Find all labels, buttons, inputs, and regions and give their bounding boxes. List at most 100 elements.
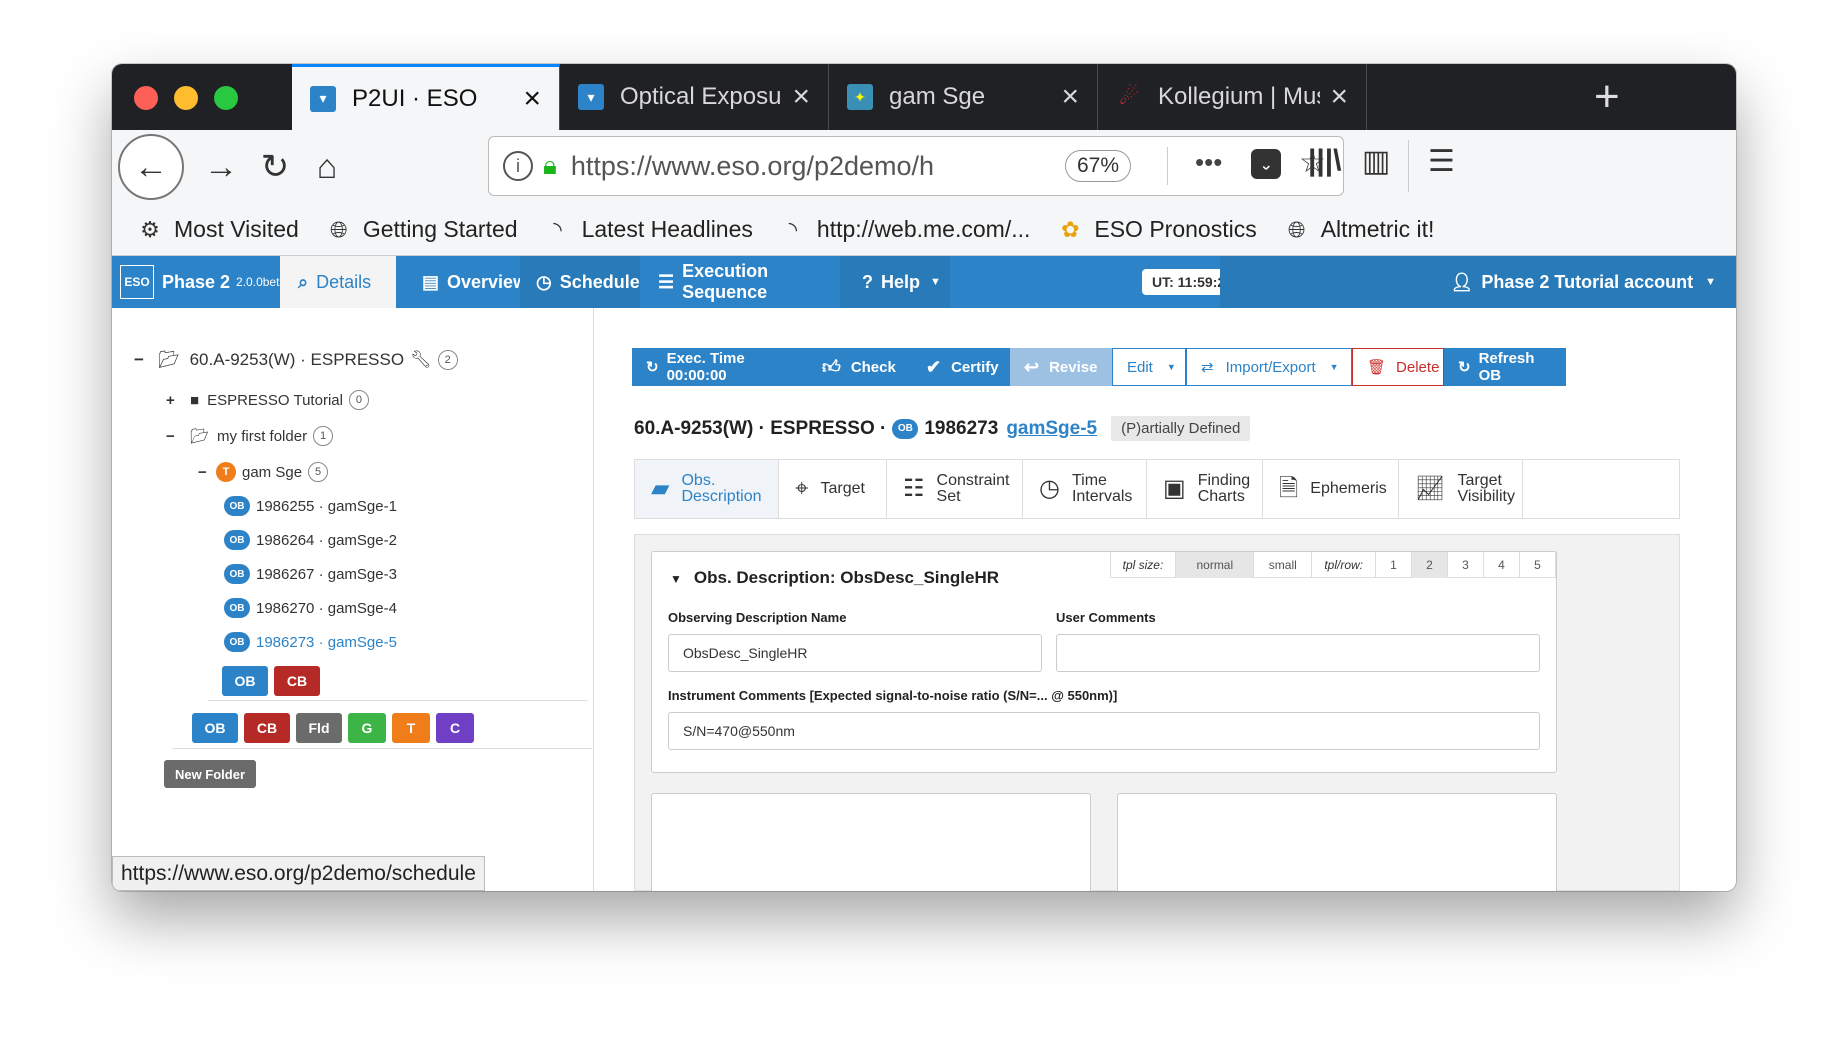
close-tab-icon[interactable]: ×: [1061, 82, 1079, 112]
sidebar-toggle-icon[interactable]: ▥: [1362, 144, 1390, 179]
search-icon: ⌕: [298, 271, 309, 292]
question-icon: ?: [862, 271, 873, 292]
zoom-level[interactable]: 67%: [1065, 150, 1131, 182]
zoom-window-button[interactable]: [214, 86, 238, 110]
tab-finding-charts[interactable]: ▣ Finding Charts: [1147, 460, 1263, 518]
close-tab-icon[interactable]: ×: [792, 82, 810, 112]
nav-schedule[interactable]: ◷ Schedule: [520, 256, 640, 308]
menu-icon[interactable]: ☰: [1428, 144, 1455, 179]
row-option-3[interactable]: 3: [1448, 552, 1484, 578]
nav-help[interactable]: ? Help ▼: [840, 256, 950, 308]
tree-ob[interactable]: OB 1986255 · gamSge-1: [224, 496, 397, 516]
add-concatenation-button[interactable]: C: [436, 713, 474, 743]
edit-dropdown[interactable]: Edit ▼: [1112, 348, 1186, 386]
tab-optical-exposure[interactable]: ▾ Optical Exposure T ×: [560, 64, 829, 130]
instrument-comments-input[interactable]: S/N=470@550nm: [668, 712, 1540, 750]
user-comments-input[interactable]: [1056, 634, 1540, 672]
collapse-icon[interactable]: −: [166, 428, 184, 445]
user-icon: 👤︎: [1450, 271, 1474, 292]
check-button[interactable]: 👍︎ Check: [808, 348, 912, 386]
add-ob-button[interactable]: OB: [222, 666, 268, 696]
row-option-1[interactable]: 1: [1376, 552, 1412, 578]
row-option-4[interactable]: 4: [1484, 552, 1520, 578]
tree-ob[interactable]: OB 1986264 · gamSge-2: [224, 530, 397, 550]
tab-obs-description[interactable]: ▰ Obs. Description: [635, 460, 779, 518]
tpl-size-label: tpl size:: [1111, 552, 1177, 578]
bookmark-latest-headlines[interactable]: ◝ Latest Headlines: [544, 216, 753, 244]
refresh-ob-button[interactable]: ↻ Refresh OB: [1444, 348, 1566, 386]
nav-details[interactable]: ⌕ Details: [280, 256, 396, 308]
count-badge: 2: [437, 350, 458, 370]
size-normal-option[interactable]: normal: [1176, 552, 1255, 578]
tree-folder[interactable]: + ■ ESPRESSO Tutorial 0: [166, 390, 369, 410]
row-option-2[interactable]: 2: [1412, 552, 1448, 578]
bookmark-eso-pronostics[interactable]: ✿ ESO Pronostics: [1056, 216, 1257, 244]
bookmark-web-me[interactable]: ◝ http://web.me.com/...: [779, 216, 1031, 244]
add-folder-button[interactable]: Fld: [296, 713, 342, 743]
size-small-option[interactable]: small: [1254, 552, 1313, 578]
add-cb-button[interactable]: CB: [244, 713, 290, 743]
account-menu[interactable]: 👤︎ Phase 2 Tutorial account ▼: [1220, 256, 1736, 308]
collapse-icon[interactable]: −: [134, 350, 152, 370]
crosshairs-icon: ⌖: [795, 475, 809, 502]
tab-title: gam Sge: [889, 83, 986, 110]
nav-overview[interactable]: ▤ Overview: [408, 256, 527, 308]
bookmark-getting-started[interactable]: 🌐︎ Getting Started: [325, 216, 518, 244]
tree-ob[interactable]: OB 1986270 · gamSge-4: [224, 598, 397, 618]
new-folder-button[interactable]: New Folder: [164, 760, 256, 788]
arrow-right-icon: →: [204, 147, 238, 186]
panel-area: ▼ Obs. Description: ObsDesc_SingleHR tpl …: [634, 534, 1680, 891]
certify-button[interactable]: ✔ Certify: [912, 348, 1010, 386]
close-window-button[interactable]: [134, 86, 158, 110]
ob-name-link[interactable]: gamSge-5: [1006, 418, 1097, 440]
row-option-5[interactable]: 5: [1520, 552, 1556, 578]
home-button[interactable]: ⌂: [302, 142, 352, 192]
add-ob-button[interactable]: OB: [192, 713, 238, 743]
tree-target[interactable]: − T gam Sge 5: [198, 462, 329, 482]
exec-time-button[interactable]: ↻ Exec. Time 00:00:00: [632, 348, 808, 386]
collapse-icon[interactable]: −: [198, 464, 216, 481]
bookmark-altmetric[interactable]: 🌐︎ Altmetric it!: [1283, 216, 1435, 244]
tab-kollegium[interactable]: ☄ Kollegium | Musiks ×: [1098, 64, 1367, 130]
nav-execution-sequence[interactable]: ☰ Execution Sequence: [640, 256, 840, 308]
tab-target-visibility[interactable]: 📈︎ Target Visibility: [1399, 460, 1523, 518]
close-tab-icon[interactable]: ×: [1330, 82, 1348, 112]
back-button[interactable]: ←: [118, 134, 184, 200]
minimize-window-button[interactable]: [174, 86, 198, 110]
tab-time-intervals[interactable]: ◷ Time Intervals: [1023, 460, 1147, 518]
bookmark-most-visited[interactable]: ⚙ Most Visited: [136, 216, 299, 244]
tab-p2ui[interactable]: ▾ P2UI · ESO ×: [292, 64, 560, 130]
new-tab-icon[interactable]: +: [1594, 72, 1620, 122]
tab-target[interactable]: ⌖ Target: [779, 460, 887, 518]
brand[interactable]: ESO Phase 2 2.0.0beta24: [120, 256, 299, 308]
browser-window: ▾ P2UI · ESO × ▾ Optical Exposure T × ✦ …: [112, 64, 1736, 891]
wrench-icon[interactable]: 🔧︎: [410, 350, 432, 370]
url-text[interactable]: https://www.eso.org/p2demo/h: [571, 151, 971, 182]
url-bar[interactable]: i 🔒︎ https://www.eso.org/p2demo/h 67% ••…: [488, 136, 1344, 196]
add-timelink-button[interactable]: T: [392, 713, 430, 743]
library-icon[interactable]: |||\: [1308, 144, 1342, 178]
reload-button[interactable]: ↻: [250, 142, 300, 192]
more-icon[interactable]: •••: [1195, 147, 1222, 178]
tab-constraint-set[interactable]: ☷ Constraint Set: [887, 460, 1023, 518]
obs-desc-name-input[interactable]: ObsDesc_SingleHR: [668, 634, 1042, 672]
add-cb-button[interactable]: CB: [274, 666, 320, 696]
expand-icon[interactable]: +: [166, 392, 184, 409]
import-export-dropdown[interactable]: ⇄ Import/Export ▼: [1186, 348, 1352, 386]
tree-folder[interactable]: − 📂︎ my first folder 1: [166, 426, 334, 446]
add-group-button[interactable]: G: [348, 713, 386, 743]
info-icon[interactable]: i: [503, 151, 533, 181]
download-icon[interactable]: ⤓: [1254, 144, 1267, 178]
close-tab-icon[interactable]: ×: [523, 83, 541, 114]
tab-ephemeris[interactable]: 🗎︎ Ephemeris: [1263, 460, 1399, 518]
tree-root[interactable]: − 📂︎ 60.A-9253(W) · ESPRESSO 🔧︎ 2: [134, 350, 458, 370]
revise-button[interactable]: ↩ Revise: [1010, 348, 1112, 386]
thumbs-up-icon: 👍︎: [822, 357, 841, 377]
delete-button[interactable]: 🗑︎ Delete: [1352, 348, 1444, 386]
tab-gam-sge[interactable]: ✦ gam Sge ×: [829, 64, 1098, 130]
tree-ob[interactable]: OB 1986267 · gamSge-3: [224, 564, 397, 584]
panel-title[interactable]: ▼ Obs. Description: ObsDesc_SingleHR: [670, 568, 999, 588]
tree-ob-selected[interactable]: OB 1986273 · gamSge-5: [224, 632, 397, 652]
forward-button[interactable]: →: [196, 142, 246, 192]
count-badge: 5: [308, 462, 329, 482]
